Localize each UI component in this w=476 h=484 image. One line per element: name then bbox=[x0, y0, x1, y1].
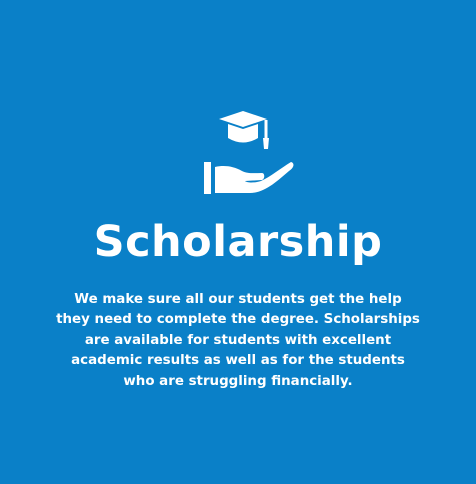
graduation-cap-in-hand-icon bbox=[202, 110, 294, 198]
scholarship-card: Scholarship We make sure all our student… bbox=[0, 0, 476, 484]
card-title: Scholarship bbox=[93, 217, 383, 267]
card-description: We make sure all our students get the he… bbox=[56, 292, 420, 389]
